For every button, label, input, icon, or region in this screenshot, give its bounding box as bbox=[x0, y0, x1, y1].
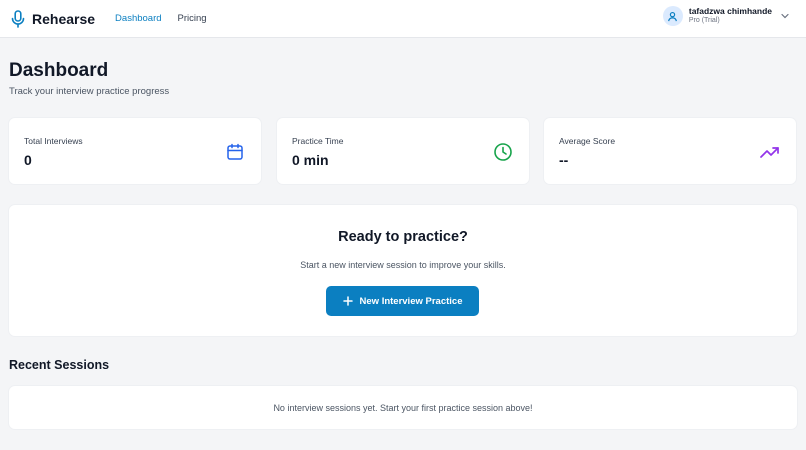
brand[interactable]: Rehearse bbox=[10, 9, 96, 28]
stat-card-practice-time: Practice Time 0 min bbox=[277, 118, 529, 184]
empty-state-text: No interview sessions yet. Start your fi… bbox=[273, 402, 533, 413]
top-navigation-bar: Rehearse Dashboard Pricing tafadzwa chim… bbox=[0, 0, 806, 38]
button-label: New Interview Practice bbox=[359, 295, 463, 307]
chevron-down-icon[interactable] bbox=[780, 11, 790, 21]
new-interview-practice-button[interactable]: New Interview Practice bbox=[326, 286, 479, 316]
page-title: Dashboard bbox=[9, 60, 109, 81]
nav-link-pricing[interactable]: Pricing bbox=[178, 13, 207, 24]
main-nav: Dashboard Pricing bbox=[115, 13, 223, 24]
page-subtitle: Track your interview practice progress bbox=[9, 86, 170, 97]
user-avatar-icon bbox=[662, 6, 683, 26]
stat-label: Total Interviews bbox=[24, 136, 83, 146]
user-info: tafadzwa chimhande Pro (Trial) bbox=[688, 6, 772, 25]
stat-value: 0 bbox=[24, 152, 32, 168]
practice-cta-card: Ready to practice? Start a new interview… bbox=[9, 205, 797, 336]
recent-sessions-list: No interview sessions yet. Start your fi… bbox=[9, 386, 797, 429]
user-name: tafadzwa chimhande bbox=[688, 6, 772, 17]
cta-subtitle: Start a new interview session to improve… bbox=[300, 260, 506, 270]
brand-name: Rehearse bbox=[32, 10, 96, 27]
stat-label: Average Score bbox=[559, 136, 616, 146]
user-menu[interactable]: tafadzwa chimhande Pro (Trial) bbox=[662, 6, 790, 26]
stat-card-average-score: Average Score -- bbox=[544, 118, 796, 184]
recent-sessions-title: Recent Sessions bbox=[9, 358, 110, 372]
stat-label: Practice Time bbox=[292, 136, 344, 146]
clock-icon bbox=[493, 142, 513, 162]
user-plan: Pro (Trial) bbox=[688, 16, 720, 24]
plus-icon bbox=[342, 296, 353, 306]
trending-up-icon bbox=[760, 142, 780, 162]
stat-card-total-interviews: Total Interviews 0 bbox=[9, 118, 261, 184]
microphone-icon bbox=[10, 9, 26, 28]
nav-link-dashboard[interactable]: Dashboard bbox=[115, 13, 161, 24]
calendar-icon bbox=[225, 142, 245, 162]
stat-value: -- bbox=[559, 152, 569, 168]
cta-title: Ready to practice? bbox=[338, 229, 468, 245]
stat-value: 0 min bbox=[292, 152, 329, 168]
